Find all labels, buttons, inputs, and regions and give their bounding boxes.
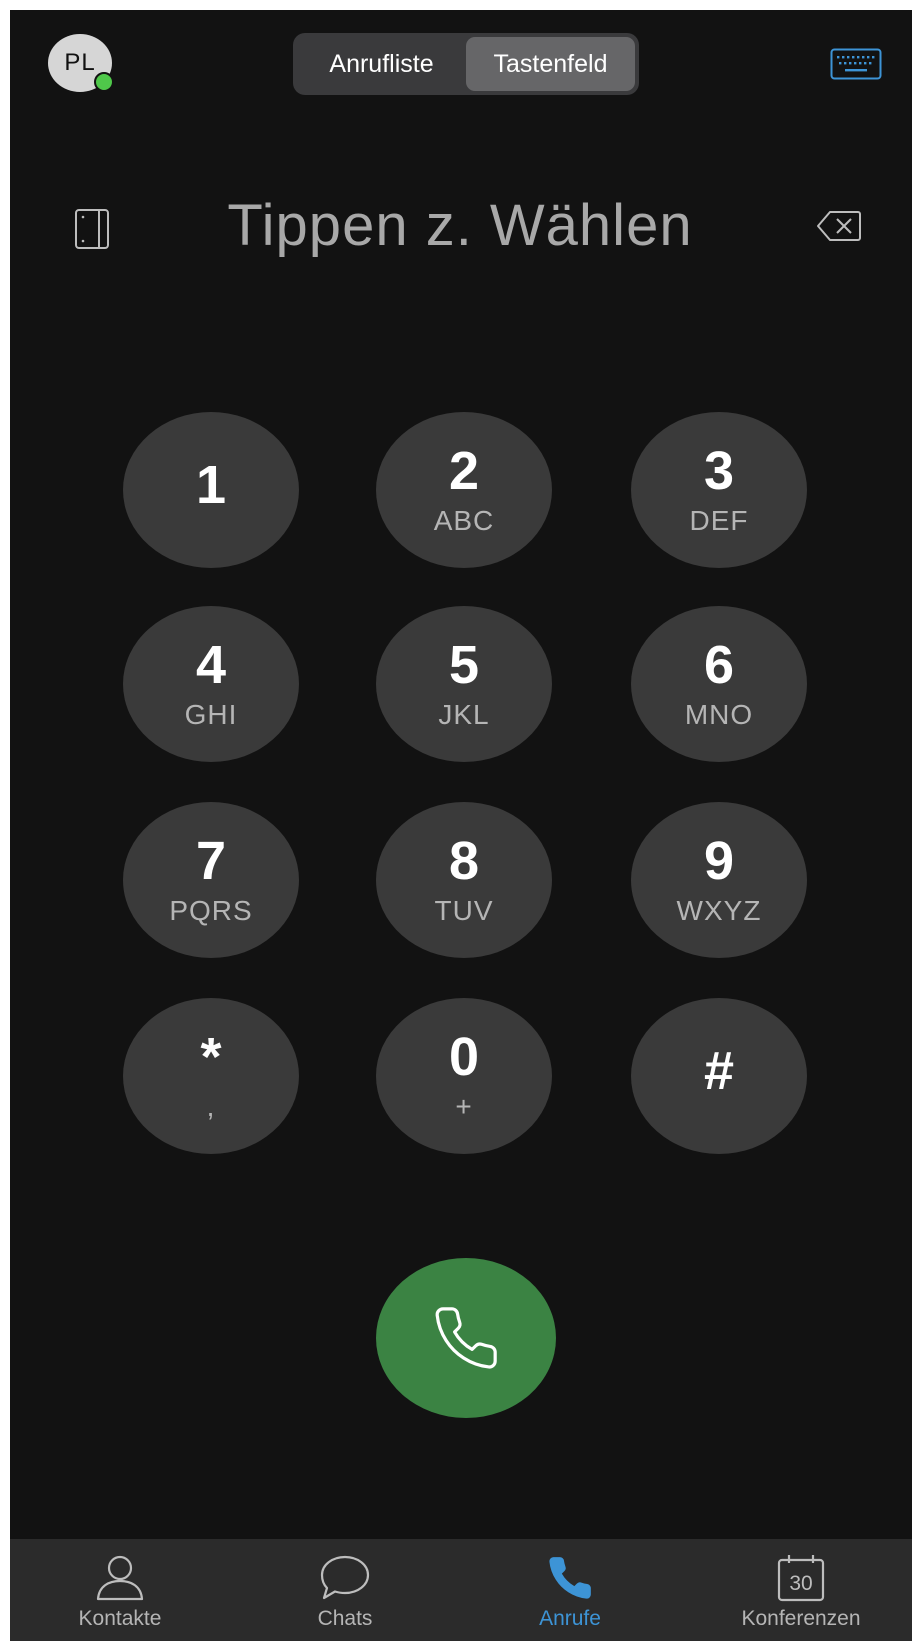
keypad-key-9[interactable]: 9 WXYZ [631, 802, 807, 958]
bottom-tab-bar: Kontakte Chats Anrufe 30 Konferenzen [10, 1539, 912, 1641]
person-icon [96, 1555, 144, 1601]
dial-number-display[interactable]: Tippen z. Wählen [160, 186, 760, 266]
sim-icon[interactable] [74, 208, 110, 250]
key-digit: 1 [195, 455, 227, 515]
keypad-key-7[interactable]: 7 PQRS [123, 802, 299, 958]
key-digit: # [703, 1041, 735, 1101]
keypad-key-star[interactable]: * , [123, 998, 299, 1154]
key-digit: 0 [448, 1027, 480, 1087]
tab-kontakte[interactable]: Kontakte [10, 1539, 230, 1641]
tab-chats[interactable]: Chats [235, 1539, 455, 1641]
chat-bubble-icon [320, 1555, 370, 1600]
tab-anrufe[interactable]: Anrufe [460, 1539, 680, 1641]
tab-label: Konferenzen [741, 1607, 861, 1630]
key-digit: 3 [703, 441, 735, 501]
dialer-screen: PL Anrufliste Tastenfeld Tippen z. Wähle… [10, 10, 912, 1641]
calendar-date: 30 [789, 1572, 812, 1595]
key-digit: 7 [195, 831, 227, 891]
backspace-icon[interactable] [816, 210, 862, 242]
key-letters: , [206, 1091, 216, 1122]
tab-label: Chats [317, 1607, 373, 1630]
keypad-key-0[interactable]: 0 + [376, 998, 552, 1154]
key-digit: 8 [448, 831, 480, 891]
key-letters: + [455, 1091, 473, 1122]
key-letters: WXYZ [676, 895, 762, 926]
phone-icon [435, 1307, 497, 1369]
keypad-key-4[interactable]: 4 GHI [123, 606, 299, 762]
call-button[interactable] [376, 1258, 556, 1418]
tab-konferenzen[interactable]: 30 Konferenzen [691, 1539, 911, 1641]
presence-indicator [94, 72, 114, 92]
tab-label: Kontakte [78, 1607, 162, 1630]
keypad-key-5[interactable]: 5 JKL [376, 606, 552, 762]
key-letters: ABC [433, 505, 495, 536]
keypad-key-3[interactable]: 3 DEF [631, 412, 807, 568]
key-letters: TUV [434, 895, 494, 926]
view-segmented-control: Anrufliste Tastenfeld [293, 33, 639, 95]
keypad-key-2[interactable]: 2 ABC [376, 412, 552, 568]
keypad-key-hash[interactable]: # [631, 998, 807, 1154]
key-digit: 2 [448, 441, 480, 501]
avatar-initials: PL [64, 49, 96, 76]
key-letters: JKL [438, 699, 490, 730]
key-digit: * [200, 1027, 222, 1087]
key-digit: 4 [195, 635, 227, 695]
key-digit: 5 [448, 635, 480, 695]
phone-icon [549, 1557, 591, 1599]
key-digit: 6 [703, 635, 735, 695]
tab-label: Anrufe [539, 1607, 601, 1630]
keypad-key-8[interactable]: 8 TUV [376, 802, 552, 958]
keypad-key-1[interactable]: 1 [123, 412, 299, 568]
segment-tastenfeld[interactable]: Tastenfeld [466, 37, 635, 91]
key-letters: MNO [684, 699, 754, 730]
keyboard-icon[interactable] [830, 48, 882, 80]
key-letters: DEF [689, 505, 749, 536]
keypad-key-6[interactable]: 6 MNO [631, 606, 807, 762]
calendar-icon: 30 [777, 1555, 825, 1602]
segment-anrufliste[interactable]: Anrufliste [297, 37, 466, 91]
key-digit: 9 [703, 831, 735, 891]
key-letters: GHI [184, 699, 238, 730]
key-letters: PQRS [169, 895, 253, 926]
